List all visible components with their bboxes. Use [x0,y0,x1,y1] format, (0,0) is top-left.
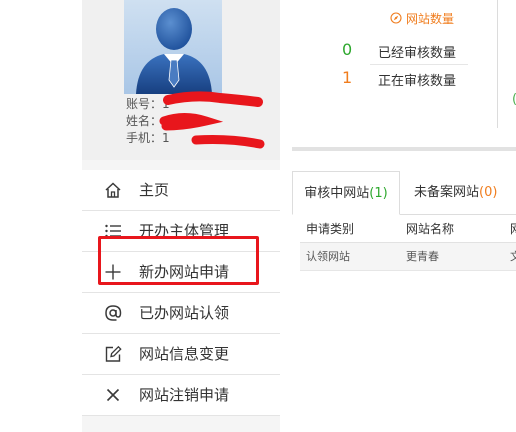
stat-row-reviewed: 0 已经审核数量 [342,40,470,62]
name-label: 姓名： [126,114,163,128]
user-silhouette-icon [136,8,212,94]
website-stats-panel: 网站数量 0 已经审核数量 1 正在审核数量 [330,0,480,100]
list-icon [105,224,121,238]
account-value: 1 [162,97,170,111]
stats-header: 网站数量 [390,10,454,27]
stat-label: 正在审核数量 [378,74,457,89]
sidebar-item-label: 网站注销申请 [139,386,230,404]
sidebar-item-label: 主页 [139,181,170,199]
table-cell: 更青春 [406,250,439,263]
plus-icon [105,264,121,280]
close-icon [106,388,120,402]
tab-count: (1) [369,186,388,201]
sidebar-item-label: 网站信息变更 [139,345,230,363]
sidebar-item-new-website-application[interactable]: 新办网站申请 [82,252,280,293]
column-header: 网 [510,216,516,242]
sidebar-item-website-cancellation[interactable]: 网站注销申请 [82,375,280,416]
profile-info: 账号：1 姓名： 手机：1 [126,96,170,147]
sidebar-item-home[interactable]: 主页 [82,170,280,211]
sidebar-item-claim-website[interactable]: 已办网站认领 [82,293,280,334]
tab-under-review[interactable]: 审核中网站(1) [292,171,400,215]
column-header: 网站名称 [406,222,455,236]
edit-icon [105,345,122,362]
stat-row-under-review: 1 正在审核数量 [342,68,470,90]
phone-label: 手机： [126,131,163,145]
sidebar-item-label: 已办网站认领 [139,304,230,322]
stat-label: 已经审核数量 [378,46,457,61]
profile-card: 账号：1 姓名： 手机：1 [82,0,280,160]
sidebar-item-website-info-change[interactable]: 网站信息变更 [82,334,280,375]
stat-value: 0 [342,40,353,59]
tab-count: (0) [479,185,498,200]
home-icon [105,182,121,198]
sidebar-item-entity-management[interactable]: 开办主体管理 [82,211,280,252]
sidebar-item-label: 新办网站申请 [139,263,230,281]
stats-edge-text: ( [512,92,516,107]
table-header: 申请类别 网站名称 网 [300,216,516,243]
website-tabs: 审核中网站(1) 未备案网站(0) [292,171,516,215]
phone-value: 1 [162,131,170,145]
table-cell: 文 [510,250,516,263]
account-label: 账号： [126,97,163,111]
table-row[interactable]: 认领网站 更青春 文 [300,243,516,271]
left-panel: 账号：1 姓名： 手机：1 主页 开办主体管理 新办网站申请 已办网站认领 网站… [82,0,280,432]
column-header: 申请类别 [306,222,355,236]
tab-unfiled[interactable]: 未备案网站(0) [414,171,497,215]
compass-icon [390,12,402,24]
website-table: 申请类别 网站名称 网 认领网站 更青春 文 [300,216,516,271]
sidebar-item-label: 开办主体管理 [139,222,230,240]
section-divider [292,147,516,151]
table-cell: 认领网站 [306,250,350,263]
tab-label: 审核中网站 [304,186,370,201]
user-avatar [124,0,222,94]
tab-label: 未备案网站 [414,185,480,200]
stat-value: 1 [342,68,353,87]
stats-header-label: 网站数量 [406,12,455,26]
stat-divider [370,64,468,65]
sidebar-menu: 主页 开办主体管理 新办网站申请 已办网站认领 网站信息变更 网站注销申请 [82,170,280,416]
stats-divider-line [497,0,498,128]
at-icon [105,305,122,321]
